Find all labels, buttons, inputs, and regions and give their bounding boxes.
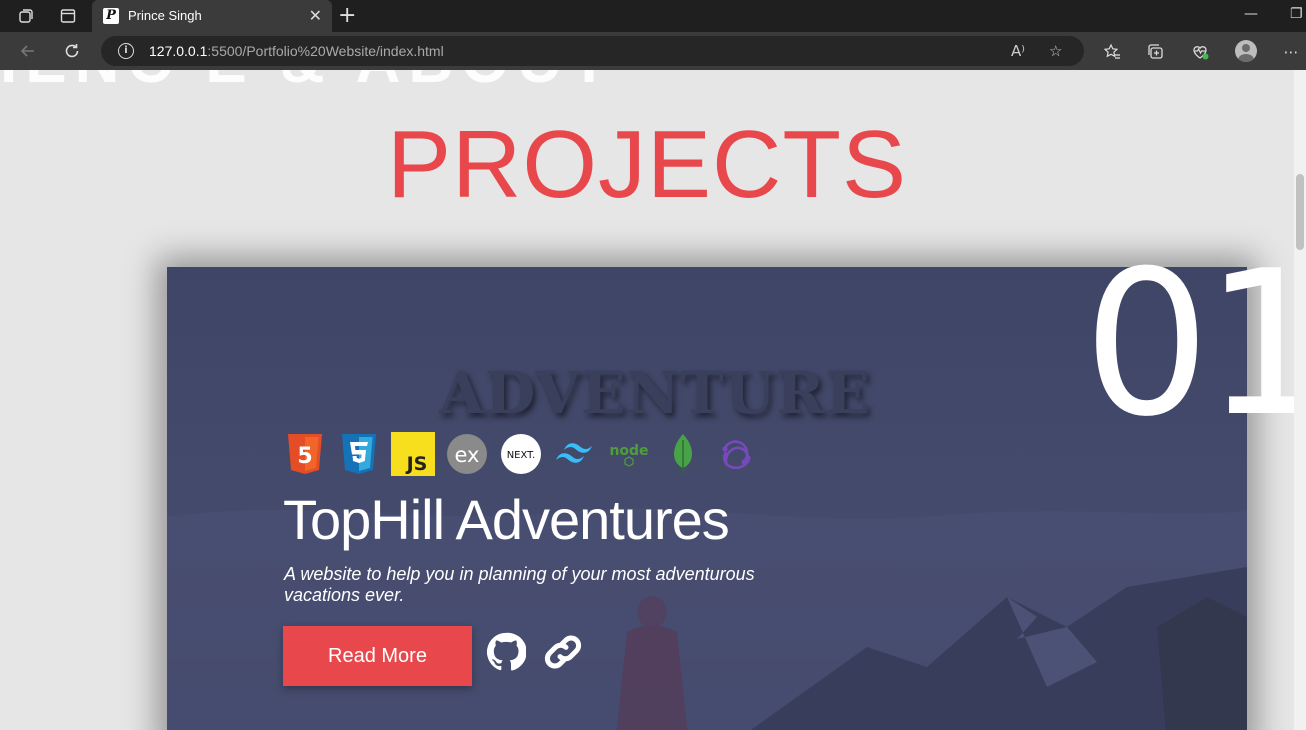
back-icon[interactable] bbox=[18, 41, 38, 61]
address-bar-row: i 127.0.0.1:5500/Portfolio%20Website/ind… bbox=[0, 32, 1306, 70]
live-link-icon[interactable] bbox=[540, 629, 586, 675]
nextjs-icon: NEXT. bbox=[499, 432, 543, 476]
read-aloud-icon[interactable]: A⁾ bbox=[1011, 42, 1025, 60]
redux-icon bbox=[715, 432, 759, 476]
mongodb-icon bbox=[661, 432, 705, 476]
project-watermark: ADVENTURE bbox=[439, 359, 871, 427]
express-icon: ex bbox=[445, 432, 489, 476]
svg-text:JS: JS bbox=[405, 453, 428, 475]
browser-tab-bar: P Prince Singh ✕ + — ❐ bbox=[0, 0, 1306, 32]
favorites-icon[interactable] bbox=[1101, 41, 1123, 63]
section-title: PROJECTS bbox=[386, 111, 908, 218]
page-scrollbar[interactable] bbox=[1294, 70, 1306, 730]
tab-actions-icon[interactable] bbox=[58, 6, 78, 26]
svg-text:NEXT.: NEXT. bbox=[507, 450, 536, 461]
svg-text:ex: ex bbox=[455, 443, 480, 467]
collections-icon[interactable] bbox=[1145, 41, 1167, 63]
html5-icon: 5 bbox=[283, 432, 327, 476]
reload-icon[interactable] bbox=[62, 41, 82, 61]
project-number: 01 bbox=[1083, 228, 1294, 461]
profile-avatar[interactable] bbox=[1235, 40, 1257, 62]
browser-tab-active[interactable]: P Prince Singh ✕ bbox=[92, 0, 332, 32]
project-description: A website to help you in planning of you… bbox=[284, 564, 755, 605]
minimize-icon[interactable]: — bbox=[1244, 6, 1258, 22]
site-info-icon[interactable]: i bbox=[118, 43, 134, 59]
scrollbar-thumb[interactable] bbox=[1296, 174, 1304, 250]
tailwind-icon bbox=[553, 432, 597, 476]
tab-title: Prince Singh bbox=[128, 8, 202, 23]
browser-essentials-icon[interactable] bbox=[1189, 41, 1211, 63]
github-icon[interactable] bbox=[483, 629, 529, 675]
more-options-icon[interactable]: ⋯ bbox=[1280, 41, 1302, 63]
restore-icon[interactable]: ❐ bbox=[1290, 6, 1303, 22]
new-tab-icon[interactable]: + bbox=[338, 3, 356, 28]
tab-favicon-icon: P bbox=[103, 8, 119, 24]
workspaces-icon[interactable] bbox=[16, 6, 36, 26]
url-text: 127.0.0.1:5500/Portfolio%20Website/index… bbox=[149, 43, 444, 59]
css3-icon bbox=[337, 432, 381, 476]
tech-stack-icons: 5 JS ex NEXT. node bbox=[283, 431, 759, 477]
nodejs-icon: node bbox=[607, 432, 651, 476]
javascript-icon: JS bbox=[391, 432, 435, 476]
previous-section-heading: IENC E & ABOUT bbox=[0, 70, 616, 97]
favorite-star-icon[interactable]: ☆ bbox=[1049, 42, 1062, 60]
url-input[interactable]: i 127.0.0.1:5500/Portfolio%20Website/ind… bbox=[101, 36, 1084, 66]
page-viewport: IENC E & ABOUT PROJECTS ADVENTURE bbox=[0, 70, 1294, 730]
svg-text:5: 5 bbox=[297, 444, 312, 469]
read-more-button[interactable]: Read More bbox=[283, 626, 472, 686]
project-title: TopHill Adventures bbox=[283, 488, 730, 551]
tab-close-icon[interactable]: ✕ bbox=[309, 6, 322, 25]
